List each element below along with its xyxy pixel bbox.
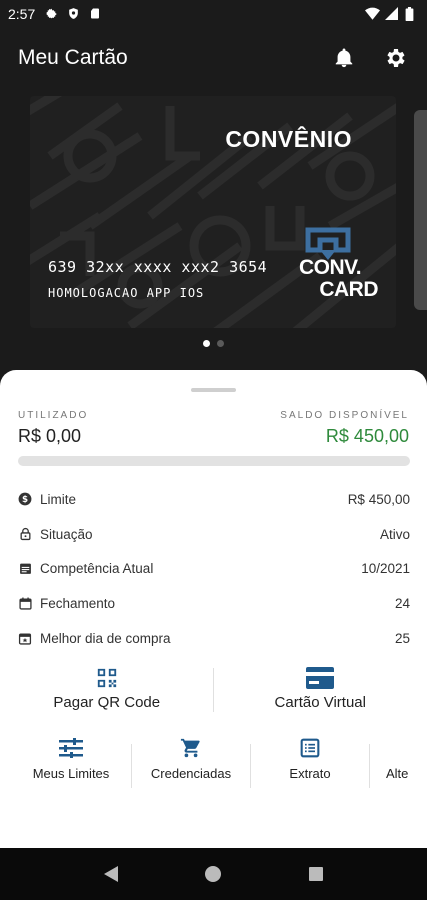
my-limits-label: Meus Limites xyxy=(32,766,110,781)
calendar-list-icon xyxy=(18,562,32,576)
card-title: CONVÊNIO xyxy=(225,126,352,152)
secondary-actions: Meus Limites Credenciadas Extrato Alte xyxy=(0,736,427,794)
accredited-button[interactable]: Credenciadas xyxy=(132,736,250,794)
lock-icon xyxy=(18,527,32,541)
info-value: 24 xyxy=(394,596,410,612)
info-row-limite: $ Limite R$ 450,00 xyxy=(18,482,410,517)
home-icon[interactable] xyxy=(203,864,223,884)
carousel-indicator xyxy=(0,340,427,347)
carousel-dot[interactable] xyxy=(203,340,210,347)
info-label: Competência Atual xyxy=(40,561,154,577)
status-right-icons xyxy=(365,7,419,21)
card-info-list: $ Limite R$ 450,00 Situação Ativo Compet… xyxy=(18,482,410,656)
logo-text-top: CONV. xyxy=(298,256,362,279)
statement-label: Extrato xyxy=(289,766,331,781)
app-bar: Meu Cartão xyxy=(0,36,427,80)
info-value: 25 xyxy=(394,631,410,647)
status-left-icons xyxy=(45,7,103,21)
info-row-situacao: Situação Ativo xyxy=(18,517,410,552)
virtual-card-label: Cartão Virtual xyxy=(274,694,366,711)
virtual-card-button[interactable]: Cartão Virtual xyxy=(214,666,427,716)
app-screen: 2:57 Meu Cartão CONVÊNIO 639 32xx xxxx x… xyxy=(0,0,427,900)
card-holder-name: HOMOLOGACAO APP IOS xyxy=(48,286,205,300)
card-details-sheet: UTILIZADO SALDO DISPONÍVEL R$ 0,00 R$ 45… xyxy=(0,370,427,848)
wifi-icon xyxy=(365,7,380,21)
info-row-competencia: Competência Atual 10/2021 xyxy=(18,552,410,587)
info-value: 10/2021 xyxy=(361,561,410,577)
calendar-star-icon xyxy=(18,632,32,646)
used-value: R$ 0,00 xyxy=(18,426,82,446)
secondary-divider xyxy=(250,744,251,788)
calendar-icon xyxy=(18,597,32,611)
pay-qr-code-label: Pagar QR Code xyxy=(53,694,161,711)
battery-icon xyxy=(405,7,419,21)
more-action-button[interactable]: Alte xyxy=(372,736,427,794)
dollar-circle-icon: $ xyxy=(18,492,32,506)
available-label: SALDO DISPONÍVEL xyxy=(280,410,409,421)
statement-icon xyxy=(297,736,323,760)
app-bar-actions xyxy=(331,45,409,71)
primary-actions-divider xyxy=(213,668,214,712)
info-label: Situação xyxy=(40,526,93,542)
more-action-label: Alte xyxy=(386,766,409,781)
signal-icon xyxy=(385,7,399,21)
shopping-cart-icon xyxy=(178,736,204,760)
secondary-divider xyxy=(369,744,370,788)
status-bar: 2:57 xyxy=(0,0,427,28)
next-card-peek[interactable] xyxy=(414,110,427,310)
info-row-melhor-dia: Melhor dia de compra 25 xyxy=(18,621,410,656)
available-value: R$ 450,00 xyxy=(325,426,409,446)
info-label: Limite xyxy=(40,491,77,507)
status-time: 2:57 xyxy=(8,6,36,22)
info-label: Fechamento xyxy=(40,596,116,612)
settings-gear-icon[interactable] xyxy=(383,45,409,71)
page-title: Meu Cartão xyxy=(18,46,128,69)
info-value: Ativo xyxy=(379,526,410,542)
used-label: UTILIZADO xyxy=(18,410,89,421)
info-row-fechamento: Fechamento 24 xyxy=(18,586,410,621)
bell-icon[interactable] xyxy=(331,45,357,71)
accredited-label: Credenciadas xyxy=(150,766,232,781)
back-icon[interactable] xyxy=(101,864,121,884)
recents-icon[interactable] xyxy=(306,864,326,884)
credit-card-icon xyxy=(306,666,335,690)
carousel-dot[interactable] xyxy=(217,340,224,347)
logo-text-bottom: CARD xyxy=(319,278,378,301)
sliders-icon xyxy=(58,736,84,760)
sheet-drag-handle[interactable] xyxy=(191,388,236,392)
system-nav-bar xyxy=(0,848,427,900)
qr-code-icon xyxy=(93,666,121,690)
gear-icon xyxy=(45,7,59,21)
secondary-divider xyxy=(131,744,132,788)
sd-card-icon xyxy=(89,7,103,21)
card-number: 639 32xx xxxx xxx2 3654 xyxy=(48,258,268,276)
card-carousel[interactable]: CONVÊNIO 639 32xx xxxx xxx2 3654 HOMOLOG… xyxy=(0,96,427,334)
pay-qr-code-button[interactable]: Pagar QR Code xyxy=(0,666,214,716)
info-value: R$ 450,00 xyxy=(347,491,410,507)
my-limits-button[interactable]: Meus Limites xyxy=(12,736,130,794)
info-label: Melhor dia de compra xyxy=(40,631,171,647)
usage-progress-bar xyxy=(18,456,410,466)
more-icon xyxy=(386,736,412,760)
statement-button[interactable]: Extrato xyxy=(251,736,369,794)
convcard-logo: CONV. CARD xyxy=(278,226,382,304)
shield-icon xyxy=(67,7,81,21)
svg-text:$: $ xyxy=(22,495,28,505)
membership-card[interactable]: CONVÊNIO 639 32xx xxxx xxx2 3654 HOMOLOG… xyxy=(30,96,396,328)
